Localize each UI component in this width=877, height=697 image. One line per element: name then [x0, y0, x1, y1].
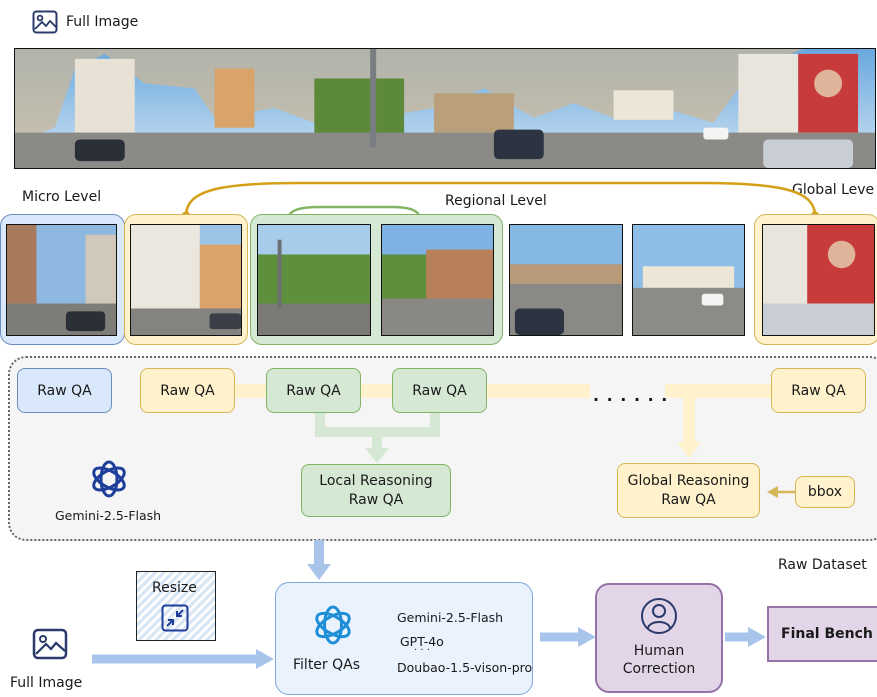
image-icon — [32, 628, 68, 660]
person-icon — [641, 598, 677, 634]
arrowhead — [256, 649, 274, 669]
bottom-full-image-label: Full Image — [10, 675, 83, 691]
model-gemini: Gemini-2.5-Flash — [397, 610, 504, 625]
arrowhead — [307, 564, 331, 580]
final-bench-box: Final Bench — [767, 606, 877, 662]
human-correction-label: Human Correction — [622, 643, 696, 678]
arrowhead — [578, 627, 596, 647]
openai-logo-icon — [315, 605, 351, 645]
shrink-arrows-icon — [161, 604, 189, 632]
resize-label: Resize — [152, 580, 197, 596]
arrowhead — [748, 627, 766, 647]
model-ellipsis: · · · — [414, 645, 430, 656]
model-doubao: Doubao-1.5-vison-pro — [397, 660, 533, 675]
filter-qas-label: Filter QAs — [293, 657, 361, 673]
